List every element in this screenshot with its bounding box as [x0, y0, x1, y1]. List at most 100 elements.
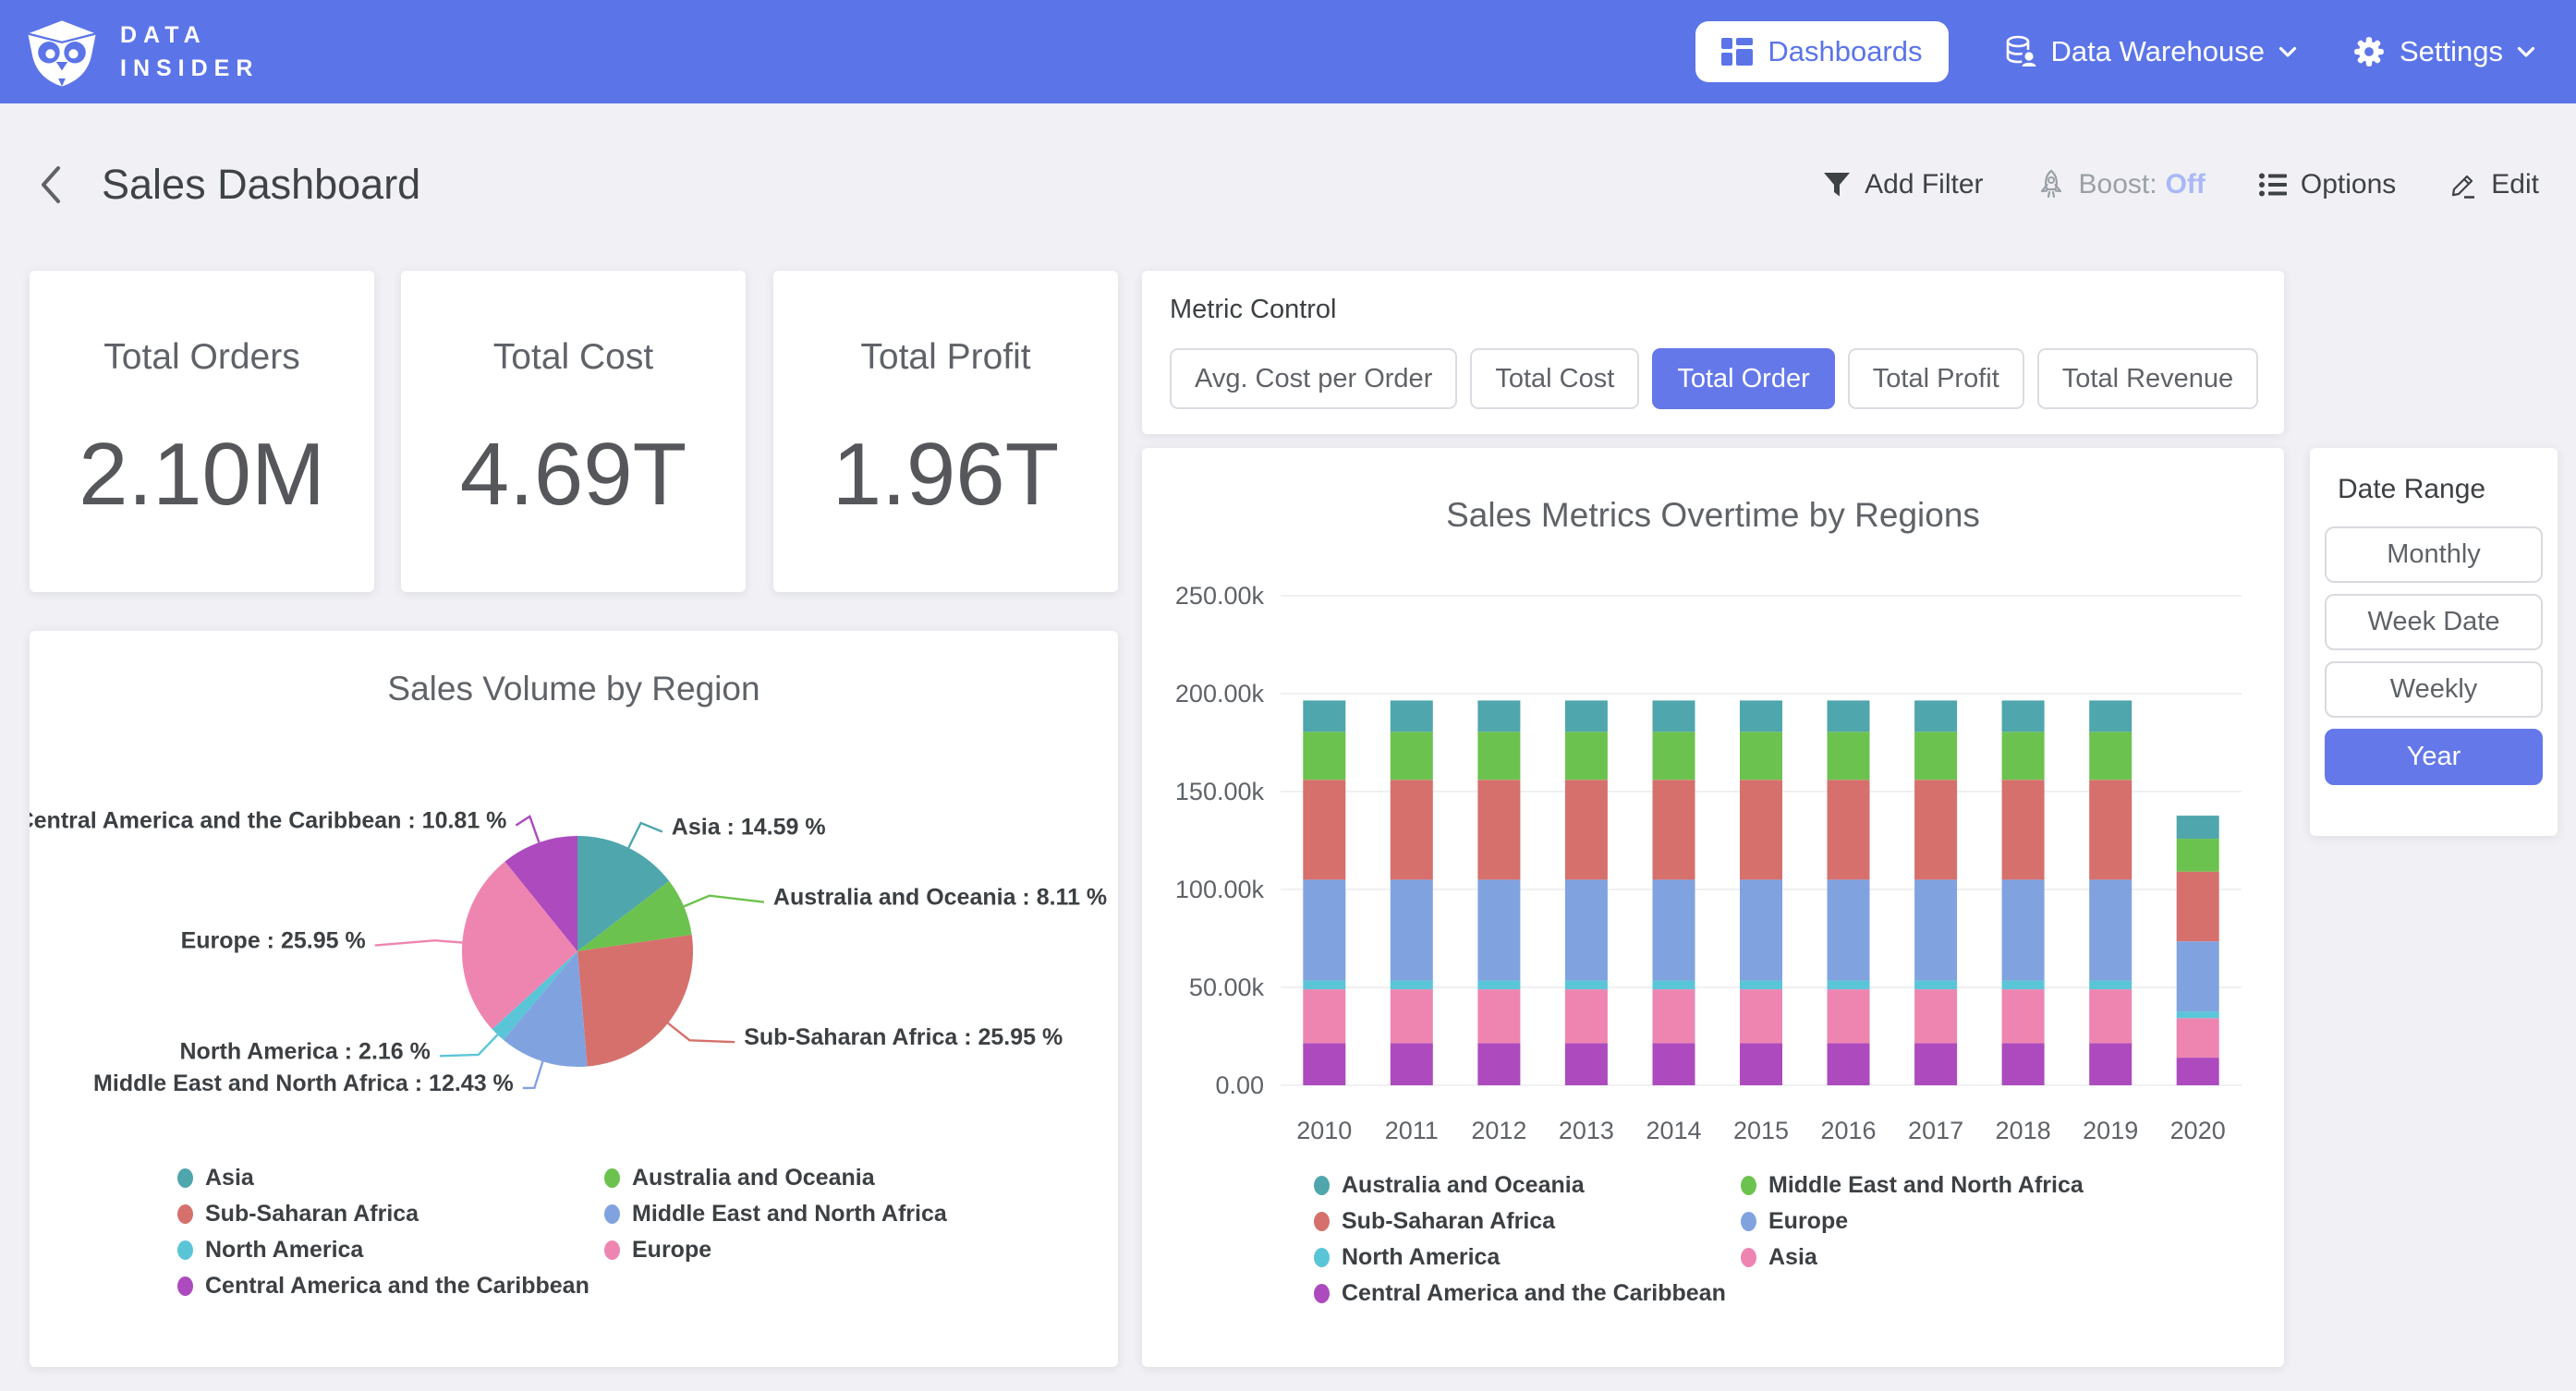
bar-segment-sub-saharan-africa-2012[interactable]	[1477, 780, 1520, 879]
metric-option-avg-cost-per-order[interactable]: Avg. Cost per Order	[1170, 348, 1457, 409]
back-button[interactable]	[37, 163, 63, 206]
bar-segment-asia-2011[interactable]	[1391, 989, 1433, 1043]
bar-segment-sub-saharan-africa-2010[interactable]	[1303, 780, 1345, 879]
legend-item-asia[interactable]: Asia	[1741, 1244, 2084, 1270]
bar-segment-europe-2014[interactable]	[1653, 879, 1695, 980]
nav-dashboards[interactable]: Dashboards	[1695, 21, 1948, 82]
bar-segment-central-america-and-the-caribbean-2015[interactable]	[1740, 1043, 1782, 1085]
legend-item-asia[interactable]: Asia	[177, 1165, 604, 1191]
bar-segment-middle-east-and-north-africa-2017[interactable]	[1914, 732, 1957, 780]
date-range-option-week-date[interactable]: Week Date	[2325, 594, 2543, 650]
bar-segment-europe-2019[interactable]	[2089, 879, 2132, 980]
bar-segment-middle-east-and-north-africa-2011[interactable]	[1391, 732, 1433, 780]
bar-segment-asia-2014[interactable]	[1653, 989, 1695, 1043]
bar-segment-central-america-and-the-caribbean-2010[interactable]	[1303, 1043, 1345, 1085]
date-range-option-weekly[interactable]: Weekly	[2325, 661, 2543, 718]
options-button[interactable]: Options	[2259, 169, 2396, 200]
legend-item-middle-east-and-north-africa[interactable]: Middle East and North Africa	[1741, 1172, 2084, 1198]
bar-segment-sub-saharan-africa-2017[interactable]	[1914, 780, 1957, 879]
bar-segment-australia-and-oceania-2018[interactable]	[2002, 700, 2045, 732]
metric-option-total-cost[interactable]: Total Cost	[1470, 348, 1639, 409]
bar-segment-north-america-2011[interactable]	[1391, 981, 1433, 990]
bar-segment-central-america-and-the-caribbean-2012[interactable]	[1477, 1043, 1520, 1085]
bar-segment-australia-and-oceania-2017[interactable]	[1914, 700, 1957, 732]
boost-toggle[interactable]: Boost: Off	[2037, 169, 2205, 200]
bar-segment-middle-east-and-north-africa-2020[interactable]	[2177, 839, 2219, 872]
bar-segment-north-america-2014[interactable]	[1653, 981, 1695, 990]
bar-segment-central-america-and-the-caribbean-2020[interactable]	[2177, 1058, 2219, 1085]
bar-segment-europe-2012[interactable]	[1477, 879, 1520, 980]
bar-segment-europe-2010[interactable]	[1303, 879, 1345, 980]
bar-segment-middle-east-and-north-africa-2016[interactable]	[1828, 732, 1870, 780]
bar-segment-europe-2013[interactable]	[1565, 879, 1608, 980]
bar-segment-asia-2016[interactable]	[1828, 989, 1870, 1043]
bar-segment-europe-2011[interactable]	[1391, 879, 1433, 980]
legend-item-australia-and-oceania[interactable]: Australia and Oceania	[1314, 1172, 1741, 1198]
nav-data-warehouse[interactable]: Data Warehouse	[2004, 35, 2297, 68]
bar-segment-sub-saharan-africa-2016[interactable]	[1828, 780, 1870, 879]
bar-segment-north-america-2020[interactable]	[2177, 1011, 2219, 1018]
bar-segment-asia-2010[interactable]	[1303, 989, 1345, 1043]
bar-segment-north-america-2013[interactable]	[1565, 981, 1608, 990]
legend-item-north-america[interactable]: North America	[177, 1237, 604, 1263]
date-range-option-year[interactable]: Year	[2325, 729, 2543, 785]
bar-segment-asia-2017[interactable]	[1914, 989, 1957, 1043]
bar-segment-australia-and-oceania-2014[interactable]	[1653, 700, 1695, 732]
nav-settings[interactable]: Settings	[2352, 35, 2535, 68]
bar-segment-asia-2019[interactable]	[2089, 989, 2132, 1043]
bar-segment-middle-east-and-north-africa-2018[interactable]	[2002, 732, 2045, 780]
bar-segment-australia-and-oceania-2020[interactable]	[2177, 816, 2219, 839]
legend-item-central-america-and-the-caribbean[interactable]: Central America and the Caribbean	[1314, 1280, 1741, 1306]
bar-segment-middle-east-and-north-africa-2014[interactable]	[1653, 732, 1695, 780]
edit-button[interactable]: Edit	[2449, 169, 2539, 200]
bar-segment-sub-saharan-africa-2018[interactable]	[2002, 780, 2045, 879]
bar-segment-asia-2012[interactable]	[1477, 989, 1520, 1043]
bar-segment-middle-east-and-north-africa-2015[interactable]	[1740, 732, 1782, 780]
bar-segment-north-america-2016[interactable]	[1828, 981, 1870, 990]
bar-segment-asia-2015[interactable]	[1740, 989, 1782, 1043]
metric-option-total-revenue[interactable]: Total Revenue	[2037, 348, 2258, 409]
metric-option-total-order[interactable]: Total Order	[1652, 348, 1834, 409]
bar-segment-sub-saharan-africa-2014[interactable]	[1653, 780, 1695, 879]
bar-segment-asia-2020[interactable]	[2177, 1018, 2219, 1058]
bar-segment-middle-east-and-north-africa-2012[interactable]	[1477, 732, 1520, 780]
legend-item-australia-and-oceania[interactable]: Australia and Oceania	[604, 1165, 947, 1191]
pie-slice-sub-saharan-africa[interactable]	[577, 935, 693, 1067]
bar-segment-north-america-2012[interactable]	[1477, 981, 1520, 990]
bar-segment-australia-and-oceania-2012[interactable]	[1477, 700, 1520, 732]
bar-segment-australia-and-oceania-2015[interactable]	[1740, 700, 1782, 732]
legend-item-sub-saharan-africa[interactable]: Sub-Saharan Africa	[177, 1201, 604, 1227]
bar-segment-europe-2015[interactable]	[1740, 879, 1782, 980]
bar-segment-middle-east-and-north-africa-2013[interactable]	[1565, 732, 1608, 780]
bar-segment-central-america-and-the-caribbean-2011[interactable]	[1391, 1043, 1433, 1085]
bar-segment-sub-saharan-africa-2015[interactable]	[1740, 780, 1782, 879]
metric-option-total-profit[interactable]: Total Profit	[1848, 348, 2024, 409]
bar-segment-europe-2017[interactable]	[1914, 879, 1957, 980]
bar-segment-australia-and-oceania-2010[interactable]	[1303, 700, 1345, 732]
bar-segment-europe-2020[interactable]	[2177, 941, 2219, 1011]
bar-segment-asia-2018[interactable]	[2002, 989, 2045, 1043]
legend-item-europe[interactable]: Europe	[604, 1237, 947, 1263]
bar-segment-australia-and-oceania-2013[interactable]	[1565, 700, 1608, 732]
bar-segment-north-america-2015[interactable]	[1740, 981, 1782, 990]
bar-segment-europe-2018[interactable]	[2002, 879, 2045, 980]
bar-segment-central-america-and-the-caribbean-2016[interactable]	[1828, 1043, 1870, 1085]
bar-segment-middle-east-and-north-africa-2010[interactable]	[1303, 732, 1345, 780]
bar-segment-sub-saharan-africa-2019[interactable]	[2089, 780, 2132, 879]
bar-segment-north-america-2019[interactable]	[2089, 981, 2132, 990]
bar-segment-central-america-and-the-caribbean-2017[interactable]	[1914, 1043, 1957, 1085]
bar-segment-central-america-and-the-caribbean-2014[interactable]	[1653, 1043, 1695, 1085]
bar-segment-north-america-2010[interactable]	[1303, 981, 1345, 990]
bar-segment-sub-saharan-africa-2011[interactable]	[1391, 780, 1433, 879]
bar-segment-north-america-2018[interactable]	[2002, 981, 2045, 990]
add-filter-button[interactable]: Add Filter	[1823, 169, 1983, 200]
bar-segment-sub-saharan-africa-2013[interactable]	[1565, 780, 1608, 879]
bar-segment-central-america-and-the-caribbean-2019[interactable]	[2089, 1043, 2132, 1085]
legend-item-north-america[interactable]: North America	[1314, 1244, 1741, 1270]
legend-item-sub-saharan-africa[interactable]: Sub-Saharan Africa	[1314, 1208, 1741, 1234]
legend-item-europe[interactable]: Europe	[1741, 1208, 2084, 1234]
bar-segment-australia-and-oceania-2011[interactable]	[1391, 700, 1433, 732]
legend-item-middle-east-and-north-africa[interactable]: Middle East and North Africa	[604, 1201, 947, 1227]
bar-segment-australia-and-oceania-2019[interactable]	[2089, 700, 2132, 732]
bar-segment-central-america-and-the-caribbean-2018[interactable]	[2002, 1043, 2045, 1085]
